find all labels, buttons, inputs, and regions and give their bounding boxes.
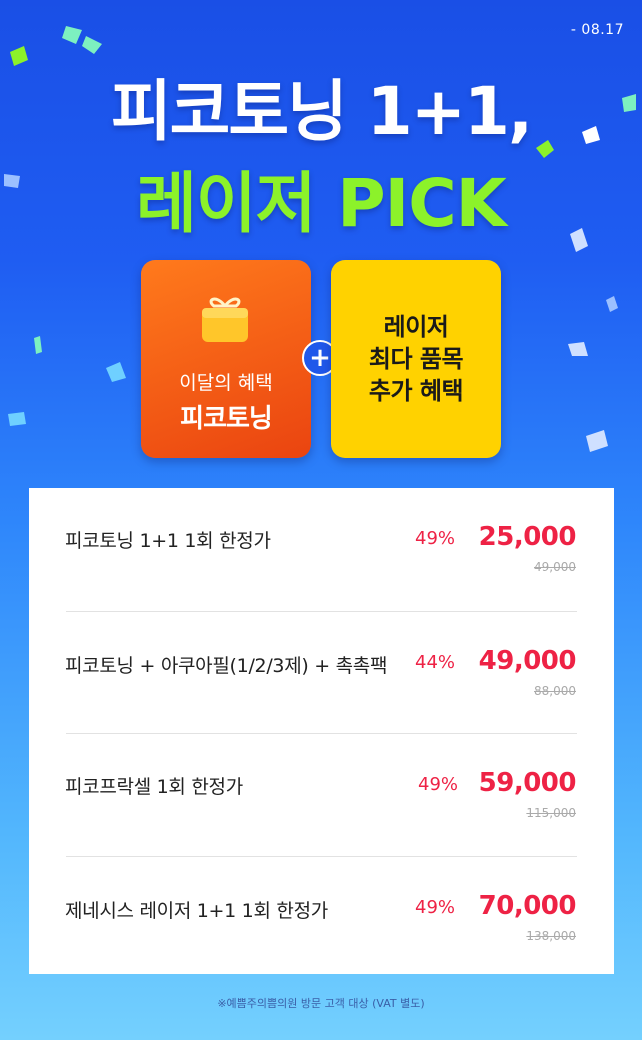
original-price: 138,000 <box>526 929 576 943</box>
original-price: 49,000 <box>534 560 576 574</box>
row-divider <box>66 733 577 734</box>
original-price: 88,000 <box>534 684 576 698</box>
laser-card-line3: 추가 혜택 <box>368 377 464 405</box>
laser-benefit-card: 레이저 최다 품목 추가 혜택 <box>331 260 501 458</box>
row-divider <box>66 856 577 857</box>
treatment-name: 피코토닝 + 아쿠아필(1/2/3제) + 촉촉팩 <box>65 655 388 677</box>
gift-icon: + <box>202 297 248 342</box>
discount-percent: 49% <box>415 528 456 549</box>
sale-price: 49,000 <box>478 646 577 676</box>
card-title: 피코토닝 <box>180 404 273 434</box>
original-price: 115,000 <box>526 806 576 820</box>
discount-percent: 49% <box>418 774 459 795</box>
treatment-name: 피코토닝 1+1 1회 한정가 <box>65 530 271 552</box>
laser-card-line2: 최다 품목 <box>368 345 464 373</box>
card-subtitle: 이달의 혜택 <box>179 372 273 394</box>
treatment-name: 피코프락셀 1회 한정가 <box>65 776 243 798</box>
laser-card-line1: 레이저 <box>383 313 449 341</box>
sale-price: 70,000 <box>478 891 577 921</box>
price-list-panel: 피코토닝 1+1 1회 한정가 49% 25,000 49,000 피코토닝 +… <box>29 488 614 974</box>
treatment-name: 제네시스 레이저 1+1 1회 한정가 <box>65 900 328 922</box>
monthly-benefit-card: + 이달의 혜택 피코토닝 <box>141 260 311 458</box>
discount-percent: 49% <box>415 897 456 918</box>
sale-price: 25,000 <box>478 522 577 552</box>
footnote: ※예쁨주의쁨의원 방문 고객 대상 (VAT 별도) <box>217 997 425 1010</box>
discount-percent: 44% <box>415 652 456 673</box>
headline-line2: 레이저 PICK <box>136 165 507 242</box>
row-divider <box>66 611 577 612</box>
headline-line1: 피코토닝 1+1, <box>110 73 533 150</box>
sale-price: 59,000 <box>478 768 577 798</box>
